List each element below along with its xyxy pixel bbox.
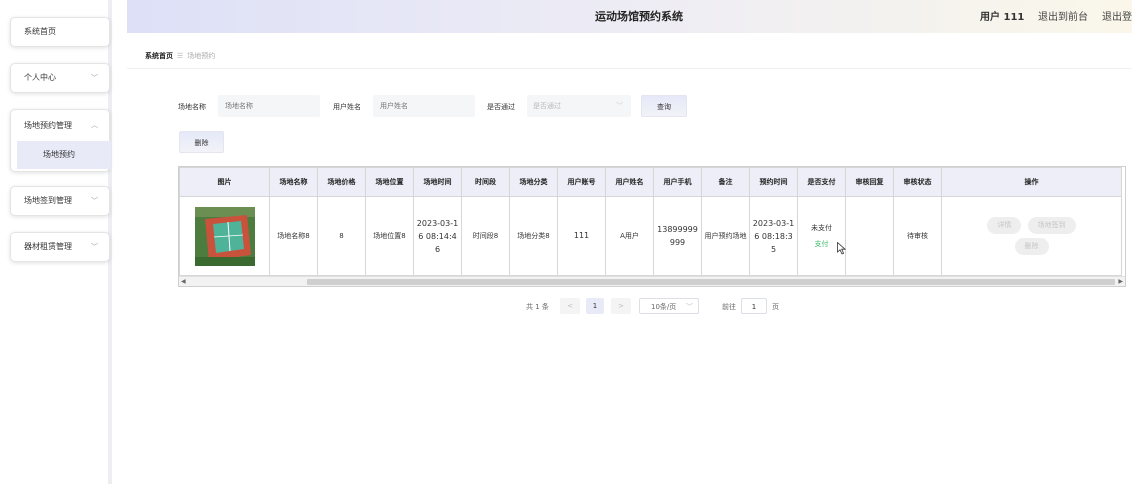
sidebar-group-booking: 场地预约管理 ︿ 场地预约 <box>10 109 111 172</box>
venue-image-cell <box>179 196 270 276</box>
column-header: 审核状态 <box>893 167 942 197</box>
delete-button[interactable]: 删除 <box>179 131 224 153</box>
goto-page-input[interactable]: 1 <box>741 298 767 314</box>
venue-name-cell: 场地名称8 <box>269 196 318 276</box>
logout-link[interactable]: 退出登 <box>1102 8 1132 23</box>
chevron-down-icon: ﹀ <box>616 102 623 110</box>
category-cell: 场地分类8 <box>509 196 558 276</box>
page-size-select[interactable]: 10条/页 ﹀ <box>639 298 699 314</box>
column-header: 预约时间 <box>749 167 798 197</box>
sidebar-item-label: 器材租赁管理 <box>24 242 72 251</box>
sidebar-item-personal[interactable]: 个人中心 ﹀ <box>10 63 110 93</box>
breadcrumb-separator-icon: ☰ <box>177 52 184 60</box>
column-header: 操作 <box>941 167 1122 197</box>
column-header: 是否支付 <box>797 167 846 197</box>
account-cell: 111 <box>557 196 606 276</box>
column-header: 审核回复 <box>845 167 894 197</box>
column-header: 用户姓名 <box>605 167 654 197</box>
sidebar-item-home[interactable]: 系统首页 <box>10 17 110 47</box>
column-header: 时间段 <box>461 167 510 197</box>
chevron-down-icon: ﹀ <box>91 243 98 251</box>
user-name-label: 用户姓名 <box>333 103 361 111</box>
column-header: 场地价格 <box>317 167 366 197</box>
location-cell: 场地位置8 <box>365 196 414 276</box>
scroll-left-icon[interactable]: ◀ <box>181 277 186 286</box>
table-row: 场地名称8 8 场地位置8 2023-03-16 08:14:46 时间段8 场… <box>179 196 1122 276</box>
sidebar: 系统首页 个人中心 ﹀ 场地预约管理 ︿ 场地预约 场地签到管理 ﹀ 器材租赁管… <box>0 0 112 484</box>
total-count: 共 1 条 <box>526 303 549 311</box>
sidebar-item-label: 系统首页 <box>24 27 56 36</box>
chevron-down-icon: ﹀ <box>91 74 98 82</box>
sidebar-item-equipment[interactable]: 器材租赁管理 ﹀ <box>10 232 110 262</box>
chevron-down-icon: ﹀ <box>91 197 98 205</box>
divider <box>127 68 1132 69</box>
column-header: 用户手机 <box>653 167 702 197</box>
sidebar-item-booking-mgmt[interactable]: 场地预约管理 ︿ <box>11 110 109 141</box>
user-name-input[interactable] <box>373 95 475 117</box>
status-cell: 待审核 <box>893 196 942 276</box>
sports-court-image <box>194 206 255 266</box>
search-button[interactable]: 查询 <box>641 95 687 117</box>
back-to-front-link[interactable]: 退出到前台 <box>1038 8 1088 23</box>
horizontal-scrollbar[interactable]: ◀ ▶ <box>179 276 1125 286</box>
remark-cell: 用户预约场地 <box>701 196 750 276</box>
venue-image[interactable] <box>194 206 255 266</box>
column-header: 场地位置 <box>365 167 414 197</box>
page-unit-label: 页 <box>772 303 779 311</box>
booking-time-cell: 2023-03-16 08:18:35 <box>749 196 798 276</box>
user-name-cell: A用户 <box>605 196 654 276</box>
top-header: 运动场馆预约系统 用户 111 退出到前台 退出登 <box>127 0 1132 33</box>
column-header: 图片 <box>179 167 270 197</box>
breadcrumb: 系统首页 ☰ 场地预约 <box>145 51 215 61</box>
page-1-button[interactable]: 1 <box>586 298 604 314</box>
scroll-right-icon[interactable]: ▶ <box>1118 277 1123 286</box>
approved-label: 是否通过 <box>487 103 515 111</box>
venue-name-input[interactable] <box>218 95 320 117</box>
goto-label: 前往 <box>722 303 736 311</box>
phone-cell: 13899999999 <box>653 196 702 276</box>
sidebar-item-checkin[interactable]: 场地签到管理 ﹀ <box>10 186 110 216</box>
period-cell: 时间段8 <box>461 196 510 276</box>
scrollbar-thumb[interactable] <box>307 279 1115 285</box>
breadcrumb-current: 场地预约 <box>187 52 216 60</box>
venue-name-label: 场地名称 <box>178 103 206 111</box>
approved-select-placeholder: 是否通过 <box>533 102 561 110</box>
payment-cell: 未支付 支付 <box>797 196 846 276</box>
booking-table: 图片 场地名称 场地价格 场地位置 场地时间 时间段 场地分类 用户账号 用户姓… <box>178 166 1126 287</box>
actions-cell: 详情 场地签到 删除 <box>941 196 1122 276</box>
venue-time-cell: 2023-03-16 08:14:46 <box>413 196 462 276</box>
price-cell: 8 <box>317 196 366 276</box>
sidebar-item-label: 场地预约管理 <box>24 121 72 130</box>
sidebar-item-label: 场地签到管理 <box>24 196 72 205</box>
column-header: 用户账号 <box>557 167 606 197</box>
page-size-value: 10条/页 <box>651 303 677 311</box>
breadcrumb-home[interactable]: 系统首页 <box>145 52 173 60</box>
next-page-button[interactable]: > <box>611 298 631 314</box>
payment-status: 未支付 <box>811 224 832 232</box>
approved-select[interactable]: 是否通过 ﹀ <box>527 95 631 117</box>
row-delete-button[interactable]: 删除 <box>1014 238 1049 255</box>
column-header: 备注 <box>701 167 750 197</box>
table: 图片 场地名称 场地价格 场地位置 场地时间 时间段 场地分类 用户账号 用户姓… <box>179 167 1122 276</box>
sidebar-subitem-booking[interactable]: 场地预约 <box>17 141 111 169</box>
column-header: 场地时间 <box>413 167 462 197</box>
prev-page-button[interactable]: < <box>560 298 580 314</box>
chevron-up-icon: ︿ <box>91 121 98 129</box>
details-button[interactable]: 详情 <box>987 217 1022 234</box>
mouse-cursor-icon <box>837 242 846 255</box>
sidebar-item-label: 个人中心 <box>24 73 56 82</box>
table-header-row: 图片 场地名称 场地价格 场地位置 场地时间 时间段 场地分类 用户账号 用户姓… <box>179 167 1122 197</box>
column-header: 场地名称 <box>269 167 318 197</box>
app-title: 运动场馆预约系统 <box>595 10 683 23</box>
reply-cell <box>845 196 894 276</box>
checkin-button[interactable]: 场地签到 <box>1027 217 1076 234</box>
column-header: 场地分类 <box>509 167 558 197</box>
chevron-down-icon: ﹀ <box>686 303 693 311</box>
current-user: 用户 111 <box>980 12 1025 23</box>
